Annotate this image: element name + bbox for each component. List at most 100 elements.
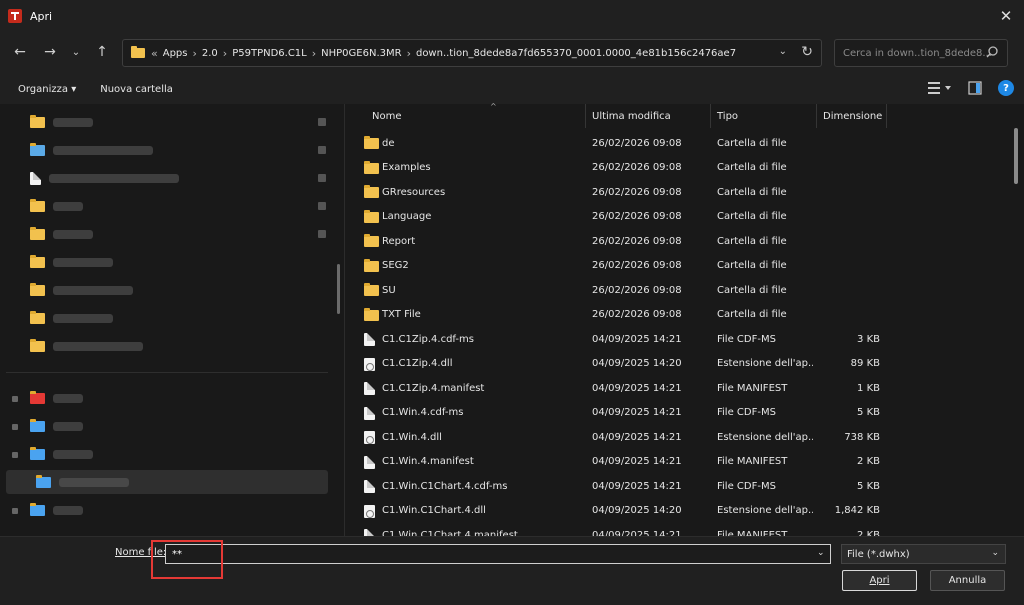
file-modified: 26/02/2026 09:08 [592,284,682,296]
column-header-name[interactable]: Nome ^ [366,102,586,128]
dll-file-icon [364,504,375,518]
file-type: Cartella di file [717,211,787,223]
file-row[interactable]: C1.Win.C1Chart.4.dll 04/09/2025 14:20 Este… [346,499,1016,524]
file-row[interactable]: C1.C1Zip.4.manifest 04/09/2025 14:21 File … [346,376,1016,401]
view-options-icon[interactable] [928,81,952,95]
preview-pane-icon[interactable] [968,81,982,95]
navigation-pane[interactable] [0,104,345,536]
quick-access-item[interactable] [30,308,113,328]
file-name: C1.C1Zip.4.cdf-ms [382,333,474,345]
file-row[interactable]: SU 26/02/2026 09:08 Cartella di file [346,278,1016,303]
expand-chevron-icon[interactable] [12,452,18,458]
column-header-size[interactable]: Dimensione [817,104,887,128]
back-arrow-icon[interactable]: ← [8,40,32,64]
quick-access-item[interactable] [30,112,93,132]
breadcrumb-folder-2[interactable]: NHP0GE6N.3MR [321,48,401,59]
file-type: Cartella di file [717,137,787,149]
quick-access-item[interactable] [30,140,153,160]
file-row[interactable]: Examples 26/02/2026 09:08 Cartella di file [346,156,1016,181]
forward-arrow-icon[interactable]: → [38,40,62,64]
file-row[interactable]: C1.Win.4.dll 04/09/2025 14:21 Estensione d… [346,425,1016,450]
pin-icon [318,118,326,126]
quick-access-item[interactable] [30,168,179,188]
this-pc-icon [30,447,45,460]
folder-icon [364,160,379,174]
quick-access-item[interactable] [30,280,133,300]
file-row[interactable]: C1.Win.C1Chart.4.cdf-ms 04/09/2025 14:21 F… [346,474,1016,499]
quick-access-item[interactable] [30,252,113,272]
blurred-label [53,313,113,323]
address-dropdown-icon[interactable]: ⌄ [779,46,787,57]
file-list-scrollbar[interactable] [1014,128,1018,184]
breadcrumb-apps[interactable]: Apps [163,48,188,59]
open-button[interactable]: Apri [842,570,917,591]
blurred-label [53,201,83,211]
quick-access-item[interactable] [30,196,83,216]
file-size: 5 KB [857,407,880,419]
file-modified: 26/02/2026 09:08 [592,162,682,174]
file-name: SEG2 [382,260,409,272]
new-folder-button[interactable]: Nuova cartella [100,84,173,95]
file-type: Cartella di file [717,284,787,296]
file-row[interactable]: C1.Win.4.cdf-ms 04/09/2025 14:21 File CDF-… [346,401,1016,426]
quick-access-item[interactable] [30,224,93,244]
sidebar-item[interactable] [30,500,83,520]
file-type: Estensione dell'ap... [717,358,813,370]
file-row[interactable]: C1.C1Zip.4.cdf-ms 04/09/2025 14:21 File CD… [346,327,1016,352]
search-icon [986,46,998,58]
overflow-chevron-icon[interactable]: « [151,47,158,60]
file-name: SU [382,284,396,296]
file-name-dropdown-icon[interactable]: ⌄ [817,548,825,558]
file-name: C1.C1Zip.4.dll [382,358,453,370]
pin-icon [318,174,326,182]
file-name: de [382,137,395,149]
file-row[interactable]: de 26/02/2026 09:08 Cartella di file [346,131,1016,156]
blurred-label [59,477,129,487]
file-row[interactable]: Report 26/02/2026 09:08 Cartella di file [346,229,1016,254]
file-row[interactable]: SEG2 26/02/2026 09:08 Cartella di file [346,254,1016,279]
folder-icon [131,46,145,58]
breadcrumb-separator-icon[interactable]: › [223,47,227,60]
expand-chevron-icon[interactable] [12,424,18,430]
help-icon[interactable]: ? [998,80,1014,96]
file-row[interactable]: C1.C1Zip.4.dll 04/09/2025 14:20 Estensione… [346,352,1016,377]
expand-chevron-icon[interactable] [12,508,18,514]
file-row[interactable]: GRresources 26/02/2026 09:08 Cartella di f… [346,180,1016,205]
open-button-label: Apri [869,575,890,586]
file-type-filter[interactable]: File (*.dwhx) ⌄ [841,544,1006,564]
file-row[interactable]: TXT File 26/02/2026 09:08 Cartella di file [346,303,1016,328]
breadcrumb-separator-icon[interactable]: › [312,47,316,60]
close-icon[interactable]: ✕ [994,4,1018,28]
dll-file-icon [364,357,375,371]
column-header-type[interactable]: Tipo [711,104,817,128]
search-box[interactable]: Cerca in down..tion_8dede8... [834,39,1008,67]
search-placeholder: Cerca in down..tion_8dede8... [843,47,992,59]
breadcrumb-current[interactable]: down..tion_8dede8a7fd655370_0001.0000_4e… [416,48,736,59]
file-list[interactable]: Nome ^ Ultima modifica Tipo Dimensione d… [346,102,1024,542]
file-name-input[interactable] [165,544,831,564]
breadcrumb-folder-1[interactable]: P59TPND6.C1L [232,48,307,59]
breadcrumb-version[interactable]: 2.0 [202,48,218,59]
up-arrow-icon[interactable]: ↑ [90,40,114,64]
app-icon [8,9,22,23]
recent-locations-chevron-icon[interactable]: ⌄ [64,40,88,64]
sidebar-item[interactable] [30,444,93,464]
file-name: C1.Win.4.dll [382,431,442,443]
sidebar-item-selected[interactable] [36,472,129,492]
sidebar-item[interactable] [30,388,83,408]
sidebar-scrollbar[interactable] [337,264,340,314]
quick-access-item[interactable] [30,336,143,356]
file-type-filter-label: File (*.dwhx) [847,548,910,560]
file-row[interactable]: C1.Win.4.manifest 04/09/2025 14:21 File MA… [346,450,1016,475]
column-header-modified[interactable]: Ultima modifica [586,104,711,128]
file-type: File CDF-MS [717,480,776,492]
refresh-icon[interactable]: ↻ [801,44,813,60]
breadcrumb-separator-icon[interactable]: › [192,47,196,60]
expand-chevron-icon[interactable] [12,396,18,402]
breadcrumb-separator-icon[interactable]: › [407,47,411,60]
address-bar[interactable]: « Apps › 2.0 › P59TPND6.C1L › NHP0GE6N.3… [122,39,822,67]
cancel-button[interactable]: Annulla [930,570,1005,591]
organize-menu-button[interactable]: Organizza ▾ [18,84,76,95]
sidebar-item[interactable] [30,416,83,436]
file-row[interactable]: Language 26/02/2026 09:08 Cartella di file [346,205,1016,230]
